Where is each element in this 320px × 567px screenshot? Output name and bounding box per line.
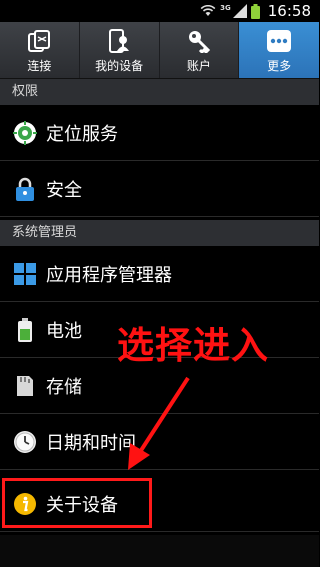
clock-time: 16:58 xyxy=(267,2,311,20)
clock-icon xyxy=(12,429,38,455)
more-icon xyxy=(266,28,292,54)
annotation-highlight-box xyxy=(2,478,152,528)
list-item-label: 存储 xyxy=(46,376,82,398)
my-device-icon xyxy=(106,28,132,54)
storage-icon xyxy=(12,373,38,399)
tab-label: 更多 xyxy=(267,59,292,73)
tab-label: 连接 xyxy=(27,59,52,73)
signal-icon xyxy=(232,4,247,18)
annotation-text: 选择进入 xyxy=(117,324,269,367)
list-item-label: 定位服务 xyxy=(46,123,118,145)
tab-my-device[interactable]: 我的设备 xyxy=(80,22,160,78)
list-item-application-manager[interactable]: 应用程序管理器 xyxy=(0,246,319,302)
connections-icon xyxy=(26,28,52,54)
section-header-system-admin: 系统管理员 xyxy=(0,220,319,246)
network-type-label: 3G xyxy=(220,4,231,12)
apps-grid-icon xyxy=(12,261,38,287)
tab-accounts[interactable]: 账户 xyxy=(160,22,240,78)
battery-icon xyxy=(12,317,38,343)
list-item-label: 电池 xyxy=(46,320,82,342)
tab-bar: 连接 我的设备 账户 更多 xyxy=(0,22,319,79)
tab-more[interactable]: 更多 xyxy=(239,22,319,78)
location-icon xyxy=(12,120,38,146)
lock-icon xyxy=(12,176,38,202)
list-item-security[interactable]: 安全 xyxy=(0,161,319,217)
list-item-label: 应用程序管理器 xyxy=(46,264,172,286)
list-item-label: 安全 xyxy=(46,179,82,201)
tab-label: 我的设备 xyxy=(95,59,144,73)
list-item-location-services[interactable]: 定位服务 xyxy=(0,105,319,161)
wifi-icon xyxy=(200,5,216,17)
tab-connections[interactable]: 连接 xyxy=(0,22,80,78)
section-header-permissions: 权限 xyxy=(0,79,319,105)
battery-status-icon xyxy=(250,3,260,19)
list-bottom-area xyxy=(0,535,319,567)
status-bar: 3G 16:58 xyxy=(0,0,319,22)
accounts-icon xyxy=(186,28,212,54)
tab-label: 账户 xyxy=(186,59,211,73)
list-item-label: 日期和时间 xyxy=(46,432,136,454)
list-item-date-time[interactable]: 日期和时间 xyxy=(0,414,319,470)
